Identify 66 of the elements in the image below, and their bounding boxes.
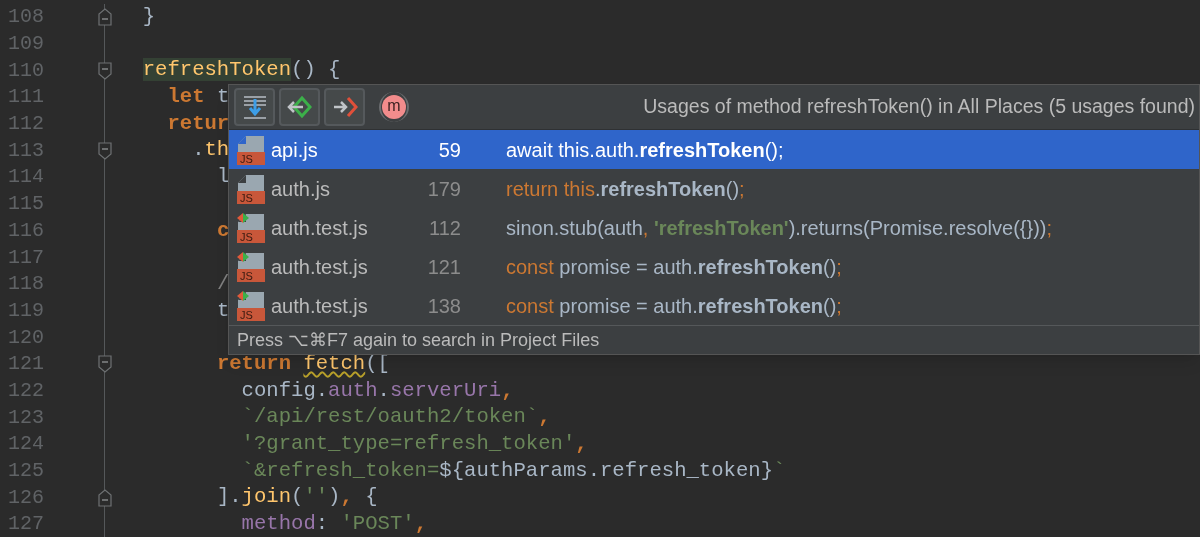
line-number: 113 (8, 137, 44, 164)
code-line: `/api/rest/oauth2/token`, (240, 407, 551, 428)
line-number: 126 (8, 484, 44, 511)
file-name: auth.test.js (271, 215, 369, 241)
line-number: 118 (8, 271, 44, 298)
code-line: t (215, 300, 230, 322)
usage-row[interactable]: JS auth.js 179 return this.refreshToken(); (229, 169, 1199, 208)
line-number: 108 (8, 4, 44, 31)
line-number: 179 (426, 176, 461, 202)
file-name: auth.test.js (271, 293, 369, 319)
line-number: 117 (8, 244, 44, 271)
fold-end-icon[interactable] (98, 488, 112, 507)
arrow-diamond-icon (285, 93, 314, 121)
line-number: 111 (8, 84, 44, 111)
line-number: 125 (8, 458, 44, 485)
file-name: auth.test.js (271, 254, 369, 280)
code-line: refreshToken() { (141, 60, 341, 81)
line-number: 59 (437, 137, 461, 163)
line-number: 112 (428, 215, 461, 241)
line-number: 115 (8, 191, 44, 218)
usage-row[interactable]: JS api.js 59 await this.auth.refreshToken(); (229, 130, 1199, 169)
code-line: l (215, 167, 230, 188)
line-number: 114 (8, 164, 44, 191)
code-line: '?grant_type=refresh_token', (240, 434, 588, 455)
toolbar-toggle-button[interactable] (279, 88, 320, 126)
fold-end-icon[interactable] (98, 8, 112, 27)
fold-start-icon[interactable] (98, 61, 112, 80)
line-number: 121 (426, 254, 461, 280)
line-number: 123 (8, 404, 44, 431)
line-number: 119 (8, 297, 44, 324)
line-number: 124 (8, 431, 44, 458)
code-line: method: 'POST', (240, 514, 427, 535)
code-line: `&refresh_token=${authParams.refresh_token}` (240, 460, 786, 482)
code-snippet: await this.auth.refreshToken(); (506, 137, 784, 163)
line-number: 116 (8, 217, 44, 244)
line-number: 127 (8, 511, 44, 537)
line-number: 138 (426, 293, 461, 319)
code-snippet: return this.refreshToken(); (506, 176, 745, 202)
code-line: } (141, 7, 156, 28)
line-number: 110 (8, 57, 44, 84)
line-number: 112 (8, 111, 44, 138)
toolbar-toggle-button[interactable] (324, 88, 365, 126)
code-line: / (215, 273, 230, 295)
code-line: .th (191, 140, 230, 162)
line-number: 109 (8, 31, 44, 58)
file-name: auth.js (271, 176, 331, 202)
file-name: api.js (271, 137, 319, 163)
fold-start-icon[interactable] (98, 355, 112, 374)
popup-title: Usages of method refreshToken() in All Places (5 usages found) (643, 94, 1195, 120)
usage-row[interactable]: JS auth.test.js 121 const promise = auth.refreshToken(); (229, 247, 1199, 286)
code-snippet: sinon.stub(auth, 'refreshToken').returns(Promise.resolve({})); (506, 215, 1053, 241)
toolbar-toggle-button[interactable] (234, 88, 275, 126)
code-snippet: const promise = auth.refreshToken(); (506, 293, 842, 319)
code-snippet: const promise = auth.refreshToken(); (506, 254, 842, 280)
code-line: config.auth.serverUri, (240, 380, 514, 402)
code-line: let t (166, 87, 230, 108)
line-number: 120 (8, 324, 44, 351)
line-number: 121 (8, 351, 44, 378)
code-line: retur (166, 113, 230, 135)
line-number: 122 (8, 377, 44, 404)
usage-row[interactable]: JS auth.test.js 112 sinon.stub(auth, 'refreshToken').returns(Promise.resolve({})); (229, 208, 1199, 247)
code-line: c (215, 220, 230, 242)
hint-text: Press ⌥⌘F7 again to search in Project Files (237, 328, 600, 352)
code-line: ].join(''), { (215, 487, 378, 508)
fold-start-icon[interactable] (98, 141, 112, 160)
usage-row[interactable]: JS auth.test.js 138 const promise = auth.refreshToken(); (229, 286, 1199, 325)
